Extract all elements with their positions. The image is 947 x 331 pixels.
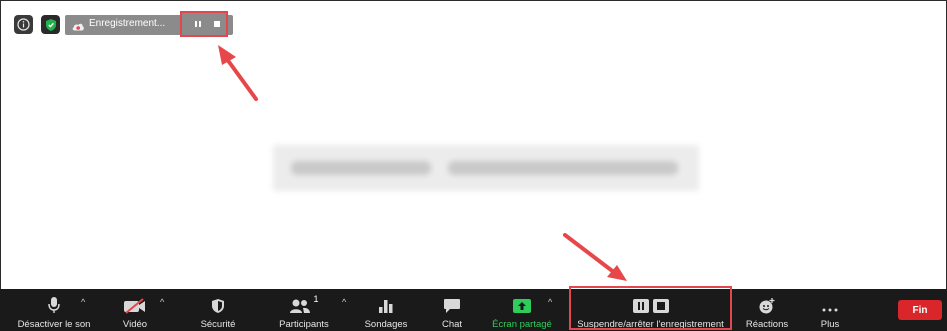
participants-label: Participants: [279, 319, 329, 330]
participants-count: 1: [313, 294, 319, 304]
polls-label: Sondages: [364, 319, 408, 330]
recording-controls-highlight: [180, 11, 228, 37]
share-screen-icon: [512, 292, 532, 314]
reactions-label: Réactions: [745, 319, 789, 330]
chat-label: Chat: [441, 319, 463, 330]
cloud-recording-icon: [71, 19, 85, 37]
reactions-button[interactable]: Réactions: [742, 289, 792, 331]
video-off-icon: [123, 292, 147, 314]
audio-options-caret[interactable]: ^: [81, 297, 85, 307]
participants-options-caret[interactable]: ^: [342, 297, 346, 307]
share-screen-label: Écran partagé: [492, 319, 552, 330]
reactions-icon: [758, 292, 776, 314]
polls-button[interactable]: Sondages: [360, 289, 412, 331]
encryption-shield-icon[interactable]: [41, 15, 60, 34]
video-options-caret[interactable]: ^: [160, 297, 164, 307]
chat-icon: [443, 292, 461, 314]
polls-icon: [378, 292, 394, 314]
blurred-participant-name: [273, 145, 699, 191]
more-icon: [821, 292, 839, 314]
info-icon[interactable]: [14, 15, 33, 34]
mute-label: Désactiver le son: [17, 319, 91, 330]
recording-status-label: Enregistrement...: [89, 18, 166, 29]
shield-icon: [211, 292, 225, 314]
participants-icon: 1: [289, 292, 319, 314]
video-label: Vidéo: [122, 319, 148, 330]
recording-button-highlight: [569, 286, 732, 330]
chat-button[interactable]: Chat: [432, 289, 472, 331]
mute-button[interactable]: Désactiver le son: [14, 289, 94, 331]
microphone-icon: [48, 292, 60, 314]
video-button[interactable]: Vidéo: [110, 289, 160, 331]
meeting-toolbar: Désactiver le son ^ Vidéo ^ Sécurité 1 P…: [0, 289, 947, 331]
end-meeting-button[interactable]: Fin: [898, 300, 942, 320]
meeting-window: Enregistrement...: [0, 0, 947, 331]
participants-button[interactable]: 1 Participants: [273, 289, 335, 331]
more-button[interactable]: Plus: [810, 289, 850, 331]
pause-recording-icon[interactable]: [192, 18, 204, 30]
security-button[interactable]: Sécurité: [195, 289, 241, 331]
security-label: Sécurité: [200, 319, 236, 330]
stop-recording-icon[interactable]: [211, 18, 223, 30]
share-screen-button[interactable]: Écran partagé: [489, 289, 555, 331]
annotation-arrow-bottom: [563, 233, 627, 281]
annotation-arrow-top: [218, 45, 258, 101]
share-options-caret[interactable]: ^: [548, 297, 552, 307]
more-label: Plus: [820, 319, 840, 330]
